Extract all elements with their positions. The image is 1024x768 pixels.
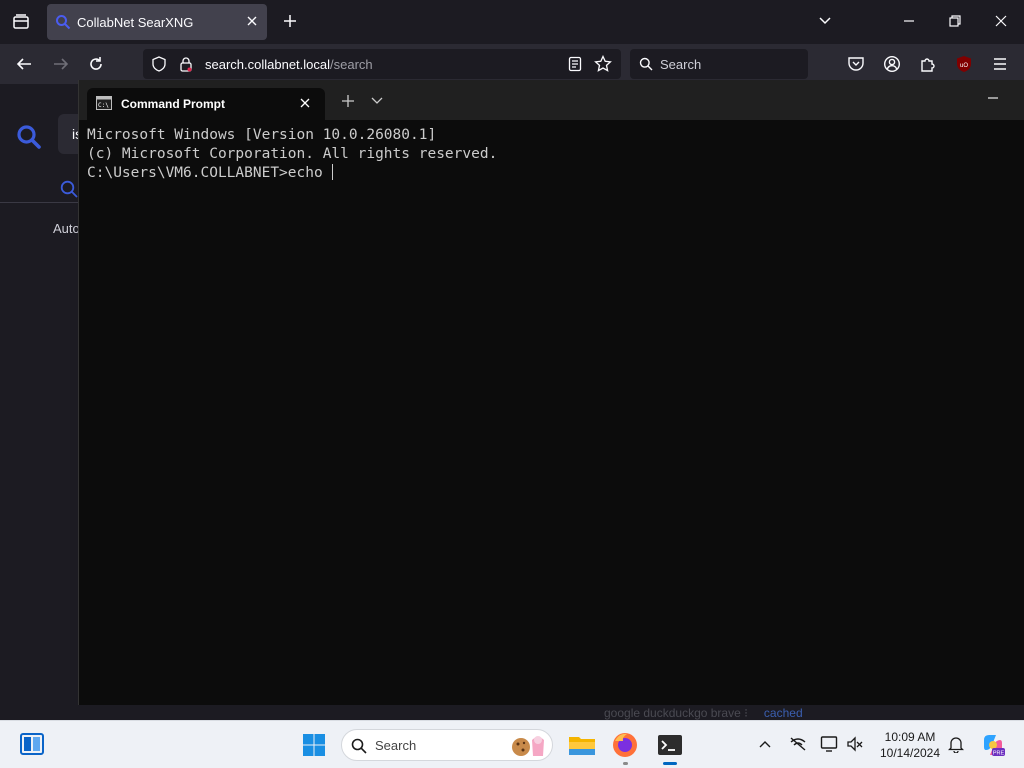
browser-search-box[interactable]: Search	[630, 49, 808, 79]
account-icon[interactable]	[883, 55, 901, 73]
search-icon	[639, 57, 653, 71]
engine-list: google duckduckgo brave ⁝	[604, 706, 748, 720]
cmd-icon: C:\	[96, 96, 112, 110]
url-bar[interactable]: search.collabnet.local/search	[143, 49, 621, 79]
shield-icon[interactable]	[151, 56, 167, 72]
extensions-puzzle-icon[interactable]	[919, 55, 937, 73]
browser-tabstrip: CollabNet SearXNG	[0, 0, 1024, 44]
bookmark-star-icon[interactable]	[594, 55, 612, 73]
svg-text:uO: uO	[960, 63, 968, 69]
svg-text:PRE: PRE	[993, 751, 1005, 757]
copilot-icon[interactable]: PRE	[980, 732, 1006, 758]
autocomplete-label: Auto	[53, 221, 80, 236]
back-arrow-icon[interactable]	[15, 56, 33, 72]
start-button-icon[interactable]	[298, 729, 330, 761]
clock-time: 10:09 AM	[884, 730, 936, 744]
volume-muted-icon[interactable]	[846, 736, 864, 752]
search-tab-icon[interactable]	[60, 180, 78, 198]
terminal-tab-command-prompt[interactable]: C:\ Command Prompt	[87, 88, 325, 120]
show-hidden-icons-chevron-icon[interactable]	[759, 739, 771, 749]
firefox-icon[interactable]	[609, 729, 641, 765]
engines-footer: google duckduckgo brave ⁝ cached	[604, 706, 803, 720]
cached-link[interactable]: cached	[764, 706, 803, 720]
terminal-window[interactable]: C:\ Command Prompt Microsoft Windows [Ve…	[78, 80, 1024, 705]
browser-tab-searxng[interactable]: CollabNet SearXNG	[47, 4, 267, 40]
close-terminal-tab-icon[interactable]	[299, 97, 311, 109]
query-input[interactable]: is	[58, 114, 82, 154]
browser-tab-title: CollabNet SearXNG	[77, 15, 194, 30]
new-tab-icon[interactable]	[282, 13, 298, 29]
terminal-prompt-text: C:\Users\VM6.COLLABNET>echo	[87, 165, 332, 181]
svg-text:C:\: C:\	[98, 102, 109, 109]
widgets-icon[interactable]	[20, 733, 44, 755]
clock-date: 10/14/2024	[879, 746, 941, 760]
taskbar-search-icon	[351, 738, 367, 754]
url-text: search.collabnet.local/search	[205, 57, 373, 72]
close-tab-icon[interactable]	[245, 14, 259, 28]
url-path: /search	[330, 57, 373, 72]
ublock-origin-icon[interactable]: uO	[955, 55, 973, 73]
display-icon[interactable]	[820, 735, 838, 753]
minimize-window-icon[interactable]	[902, 14, 916, 28]
terminal-minimize-icon[interactable]	[987, 92, 999, 104]
close-window-icon[interactable]	[994, 14, 1008, 28]
network-disconnected-icon[interactable]	[789, 736, 807, 752]
forward-arrow-icon[interactable]	[52, 56, 70, 72]
taskbar-search-label: Search	[375, 738, 417, 753]
text-cursor	[332, 164, 334, 180]
tab-list-icon[interactable]	[12, 13, 30, 31]
tab-divider	[0, 202, 80, 203]
taskbar: Search 10:09 AM 10/14/2024 PRE	[0, 720, 1024, 768]
terminal-dropdown-chevron-icon[interactable]	[371, 97, 383, 105]
active-indicator	[663, 762, 677, 765]
lock-icon[interactable]	[179, 56, 193, 72]
app-menu-icon[interactable]	[991, 55, 1009, 73]
clock[interactable]: 10:09 AM 10/14/2024	[876, 729, 944, 761]
searxng-logo-icon[interactable]	[16, 124, 42, 150]
search-highlight-cookie-icon	[510, 734, 548, 758]
taskbar-search-box[interactable]: Search	[341, 729, 553, 761]
terminal-prompt-line: C:\Users\VM6.COLLABNET>echo	[87, 164, 497, 183]
reload-icon[interactable]	[88, 56, 104, 72]
new-terminal-tab-icon[interactable]	[342, 95, 354, 107]
pocket-icon[interactable]	[847, 55, 865, 73]
terminal-tabbar: C:\ Command Prompt	[79, 80, 1024, 120]
terminal-tab-title: Command Prompt	[121, 97, 226, 111]
terminal-taskbar-icon[interactable]	[654, 729, 686, 765]
restore-window-icon[interactable]	[948, 14, 962, 28]
list-all-tabs-chevron-icon[interactable]	[818, 14, 832, 28]
terminal-line: (c) Microsoft Corporation. All rights re…	[87, 146, 498, 162]
terminal-output[interactable]: Microsoft Windows [Version 10.0.26080.1]…	[87, 126, 497, 183]
running-indicator	[623, 762, 628, 765]
terminal-line: Microsoft Windows [Version 10.0.26080.1]	[87, 127, 437, 143]
url-host: search.collabnet.local	[205, 57, 331, 72]
searxng-favicon-icon	[55, 14, 71, 30]
browser-search-placeholder: Search	[660, 57, 702, 72]
reader-view-icon[interactable]	[567, 56, 583, 72]
file-explorer-icon[interactable]	[566, 729, 598, 761]
notification-bell-icon[interactable]	[948, 735, 964, 753]
